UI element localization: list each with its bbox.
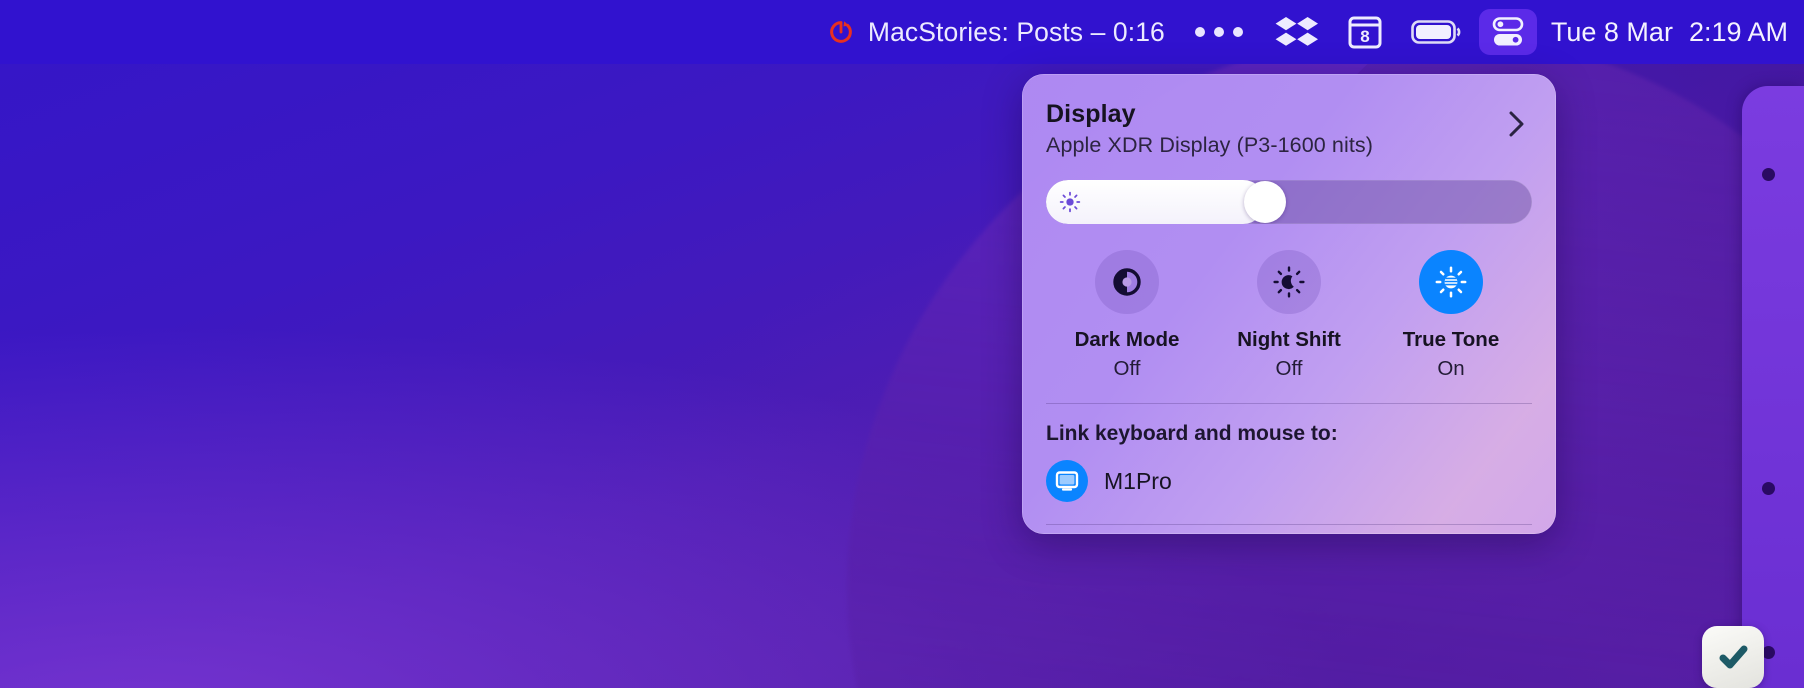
battery-icon	[1411, 20, 1461, 44]
panel-dot	[1762, 168, 1775, 181]
popover-title: Display	[1046, 100, 1136, 128]
menu-bar-calendar-button[interactable]: 8	[1333, 10, 1397, 54]
true-tone-toggle-circle	[1419, 250, 1483, 314]
true-tone-toggle[interactable]: True Tone On	[1370, 250, 1532, 381]
true-tone-icon	[1435, 266, 1467, 298]
display-details-disclosure-button[interactable]	[1506, 108, 1528, 145]
brightness-slider-knob[interactable]	[1243, 181, 1286, 223]
calendar-day-label: 8	[1360, 27, 1369, 46]
menu-bar-timer-title: MacStories: Posts – 0:16	[867, 16, 1165, 47]
night-shift-toggle-circle	[1257, 250, 1321, 314]
menu-bar-control-center-button[interactable]	[1478, 9, 1537, 55]
link-section-title: Link keyboard and mouse to:	[1046, 422, 1338, 445]
panel-dot	[1762, 482, 1775, 495]
popover-divider-2	[1046, 524, 1532, 525]
ellipsis-icon	[1213, 27, 1224, 37]
menu-bar-date: Tue 8 Mar	[1550, 16, 1673, 47]
linked-device-row[interactable]: M1Pro	[1046, 460, 1532, 502]
menu-bar-clock[interactable]: Tue 8 Mar 2:19 AM	[1541, 17, 1804, 48]
menu-bar-dropbox-button[interactable]	[1261, 10, 1333, 54]
menu-bar-timer-item[interactable]: MacStories: Posts – 0:16	[814, 10, 1177, 54]
dark-mode-toggle-circle	[1095, 250, 1159, 314]
menu-bar-overflow-button[interactable]	[1177, 27, 1261, 37]
dark-mode-state: Off	[1113, 357, 1141, 380]
timer-icon	[830, 21, 852, 43]
calendar-icon: 8	[1348, 16, 1382, 49]
display-toggles-row: Dark Mode Off Night Shift Off True Tone …	[1046, 250, 1532, 381]
display-monitor-icon	[1046, 460, 1088, 502]
menu-bar-battery-button[interactable]	[1397, 10, 1475, 54]
dark-mode-toggle[interactable]: Dark Mode Off	[1046, 250, 1208, 381]
ellipsis-icon	[1232, 27, 1243, 37]
night-shift-label: Night Shift	[1237, 328, 1341, 351]
night-shift-toggle[interactable]: Night Shift Off	[1208, 250, 1370, 381]
dark-mode-label: Dark Mode	[1074, 328, 1180, 351]
checkmark-glyph	[1719, 645, 1748, 669]
menu-bar-time: 2:19 AM	[1688, 16, 1788, 47]
dropbox-icon	[1275, 17, 1318, 46]
control-center-icon	[1492, 17, 1524, 46]
brightness-slider[interactable]	[1046, 180, 1532, 224]
popover-subtitle: Apple XDR Display (P3-1600 nits)	[1046, 133, 1374, 157]
checkmark-app-icon[interactable]	[1702, 626, 1764, 688]
popover-divider-1	[1046, 403, 1532, 404]
true-tone-state: On	[1437, 357, 1465, 380]
linked-device-name: M1Pro	[1104, 467, 1172, 494]
side-dock-panel[interactable]	[1742, 86, 1804, 688]
monitor-glyph	[1055, 471, 1079, 491]
dark-mode-icon	[1113, 268, 1141, 296]
night-shift-state: Off	[1275, 357, 1303, 380]
brightness-sun-icon	[1059, 191, 1081, 213]
display-popover: Display Apple XDR Display (P3-1600 nits)	[1022, 74, 1556, 534]
ellipsis-icon	[1194, 27, 1205, 37]
menu-bar: MacStories: Posts – 0:16 8 Tue 8 Mar 2:1…	[0, 0, 1804, 64]
true-tone-label: True Tone	[1402, 328, 1500, 351]
popover-header-text: Display Apple XDR Display (P3-1600 nits)	[1046, 100, 1506, 158]
popover-header: Display Apple XDR Display (P3-1600 nits)	[1046, 100, 1532, 158]
night-shift-icon	[1273, 266, 1305, 298]
chevron-right-icon	[1509, 111, 1524, 137]
